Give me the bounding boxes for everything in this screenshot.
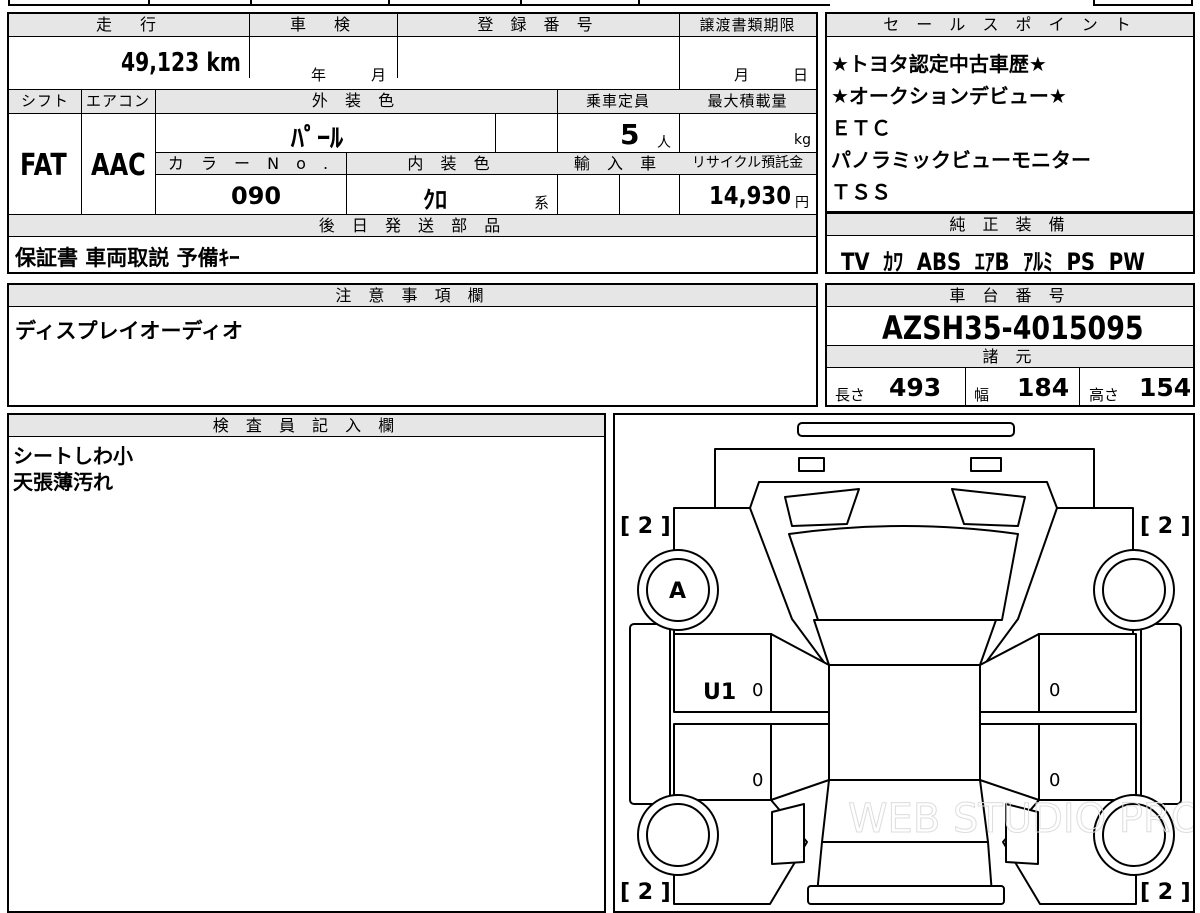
sales-point-item: ★オークションデビュー★	[831, 84, 1067, 108]
max-load-header: 最大積載量	[679, 90, 816, 114]
aircon-value: AAC	[91, 148, 146, 183]
tire-mark-front-left: [ 2 ]	[620, 514, 671, 539]
inspection-header: 車 検	[249, 14, 397, 37]
tire-mark-rear-right: [ 2 ]	[1140, 880, 1191, 905]
equipment-item: TV	[841, 248, 870, 276]
inspector-panel: 検 査 員 記 入 欄 シートしわ小 天張薄汚れ	[7, 413, 606, 913]
equipment-item: PW	[1108, 248, 1145, 276]
transfer-month-label: 月	[734, 66, 750, 84]
color-number-value: 090	[231, 182, 282, 210]
capacity-header: 乗車定員	[557, 90, 679, 114]
chassis-number-value: AZSH35-4015095	[882, 309, 1144, 347]
sales-point-item: ★トヨタ認定中古車歴★	[831, 52, 1047, 76]
later-parts-header: 後 日 発 送 部 品	[9, 215, 816, 237]
genuine-equipment-list: TV ｶﾜ ABS ｴｱB ｱﾙﾐ PS PW	[841, 242, 1145, 277]
later-parts-value: 保証書 車両取説 予備ｷｰ	[15, 246, 240, 270]
tire-mark-rear-left: [ 2 ]	[620, 880, 671, 905]
color-number-header: カ ラ ー N o .	[156, 153, 346, 175]
shift-header: シフト	[9, 90, 81, 114]
specs-header: 諸 元	[827, 346, 1193, 368]
inspector-note-line: シートしわ小	[13, 444, 133, 468]
inspector-notes: シートしわ小 天張薄汚れ	[13, 443, 133, 495]
sales-points-header: セ ー ル ス ポ イ ン ト	[827, 14, 1193, 37]
damage-mark-a: A	[669, 579, 686, 604]
chassis-number-header: 車 台 番 号	[827, 285, 1193, 307]
sales-points-list: ★トヨタ認定中古車歴★ ★オークションデビュー★ ＥＴＣ パノラミックビューモニ…	[831, 48, 1091, 208]
aircon-header: エアコン	[81, 90, 155, 114]
equipment-item: ｶﾜ	[883, 248, 904, 276]
interior-color-value: ｸﾛ	[423, 186, 447, 214]
equipment-item: ｱﾙﾐ	[1023, 248, 1053, 276]
interior-color-suffix: 系	[534, 194, 550, 212]
zero-mark: 0	[1049, 680, 1060, 701]
registration-header: 登 録 番 号	[397, 14, 679, 37]
tire-mark-front-right: [ 2 ]	[1140, 514, 1191, 539]
max-load-unit: kg	[794, 132, 811, 148]
recycle-deposit-header: リサイクル預託金	[679, 153, 816, 175]
mileage-value: 49,123 km	[121, 48, 241, 78]
shift-value: FAT	[20, 148, 67, 183]
sales-point-item: パノラミックビューモニター	[831, 148, 1091, 172]
zero-mark: 0	[1049, 770, 1060, 791]
notes-panel: 注 意 事 項 欄 ディスプレイオーディオ	[7, 283, 818, 407]
recycle-deposit-unit: 円	[795, 195, 809, 211]
inspector-note-line: 天張薄汚れ	[13, 470, 113, 494]
top-strip	[0, 0, 1200, 6]
zero-mark: 0	[752, 770, 763, 791]
import-header: 輸 入 車	[557, 153, 679, 175]
height-label: 高さ	[1089, 386, 1120, 404]
transfer-deadline-header: 譲渡書類期限	[679, 14, 816, 37]
mileage-header: 走 行	[9, 14, 249, 37]
chassis-panel: 車 台 番 号 AZSH35-4015095 諸 元 長さ 493 幅 184 …	[825, 283, 1195, 407]
capacity-unit: 人	[657, 135, 671, 151]
interior-color-header: 内 装 色	[346, 153, 557, 175]
vehicle-info-panel: 走 行 車 検 登 録 番 号 譲渡書類期限 49,123 km 年 月 月 日…	[7, 12, 818, 274]
car-diagram-panel: WEB STUDIO PRO [ 2 ] [ 2 ] [ 2 ] [ 2 ] A…	[613, 413, 1195, 913]
recycle-deposit-value: 14,930	[709, 181, 792, 210]
notes-header: 注 意 事 項 欄	[9, 285, 816, 307]
notes-text: ディスプレイオーディオ	[15, 319, 244, 343]
length-label: 長さ	[835, 386, 866, 404]
equipment-item: ｴｱB	[974, 248, 1010, 276]
damage-mark-u1: U1	[703, 680, 736, 705]
equipment-item: ABS	[916, 248, 962, 276]
sales-point-item: ＥＴＣ	[831, 116, 891, 140]
sales-point-item: ＴＳＳ	[831, 180, 891, 204]
capacity-value: 5	[620, 118, 640, 151]
car-diagram: WEB STUDIO PRO [ 2 ] [ 2 ] [ 2 ] [ 2 ] A…	[620, 422, 1193, 905]
inspector-header: 検 査 員 記 入 欄	[9, 415, 604, 437]
inspection-year-label: 年	[311, 66, 327, 84]
width-label: 幅	[974, 386, 990, 404]
inspection-month-label: 月	[371, 66, 387, 84]
height-value: 154	[1139, 373, 1192, 402]
transfer-day-label: 日	[793, 66, 809, 84]
genuine-equipment-panel: 純 正 装 備 TV ｶﾜ ABS ｴｱB ｱﾙﾐ PS PW	[825, 212, 1195, 277]
zero-mark: 0	[752, 680, 763, 701]
genuine-equipment-header: 純 正 装 備	[827, 214, 1193, 236]
sales-points-panel: セ ー ル ス ポ イ ン ト ★トヨタ認定中古車歴★ ★オークションデビュー★…	[825, 12, 1195, 213]
equipment-item: PS	[1066, 248, 1096, 276]
exterior-color-header: 外 装 色	[155, 90, 557, 114]
length-value: 493	[889, 373, 942, 402]
watermark: WEB STUDIO PRO	[848, 796, 1193, 842]
exterior-color-value: ﾊﾟｰﾙ	[291, 124, 344, 154]
width-value: 184	[1017, 373, 1070, 402]
